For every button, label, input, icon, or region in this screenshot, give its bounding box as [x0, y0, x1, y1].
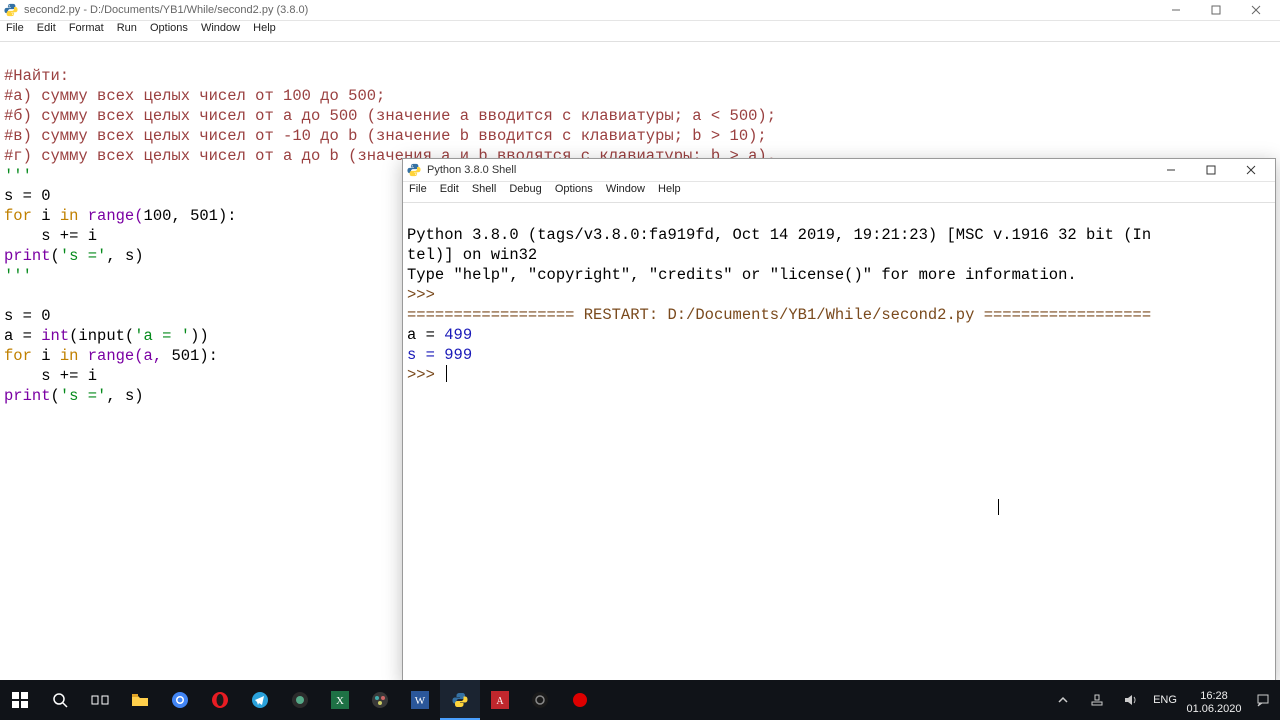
editor-menubar: File Edit Format Run Options Window Help [0, 21, 1280, 42]
search-button[interactable] [40, 680, 80, 720]
taskbar-app-telegram[interactable] [240, 680, 280, 720]
editor-minimize-button[interactable] [1156, 0, 1196, 20]
shell-menu-options[interactable]: Options [555, 183, 593, 195]
shell-line: ================== RESTART: D:/Documents… [407, 306, 1151, 324]
shell-prompt: >>> [407, 366, 444, 384]
menu-options[interactable]: Options [150, 22, 188, 34]
menu-format[interactable]: Format [69, 22, 104, 34]
tray-clock[interactable]: 16:28 01.06.2020 [1182, 684, 1246, 716]
tray-chevron-up-icon[interactable] [1046, 680, 1080, 720]
windows-taskbar: X W A ENG 16:28 01.06.2020 [0, 680, 1280, 720]
text-caret-icon [998, 499, 999, 515]
taskbar-app-word[interactable]: W [400, 680, 440, 720]
menu-file[interactable]: File [6, 22, 24, 34]
shell-prompt: >>> [407, 286, 444, 304]
task-view-button[interactable] [80, 680, 120, 720]
svg-text:X: X [336, 695, 344, 707]
code-line: s += i [4, 227, 97, 245]
taskbar-app-obs[interactable] [520, 680, 560, 720]
taskbar-app-idle[interactable] [440, 680, 480, 720]
tray-notifications-icon[interactable] [1246, 680, 1280, 720]
code-line: #б) сумму всех целых чисел от a до 500 (… [4, 107, 776, 125]
shell-menu-file[interactable]: File [409, 183, 427, 195]
taskbar-app-acrobat[interactable]: A [480, 680, 520, 720]
shell-menubar: File Edit Shell Debug Options Window Hel… [403, 182, 1275, 203]
idle-shell-window: Python 3.8.0 Shell File Edit Shell Debug… [402, 158, 1276, 682]
tray-date: 01.06.2020 [1182, 703, 1246, 716]
code-line: for i in range(a, 501): [4, 347, 218, 365]
taskbar-app-excel[interactable]: X [320, 680, 360, 720]
text-cursor [446, 365, 447, 382]
shell-close-button[interactable] [1231, 159, 1271, 181]
shell-line: Python 3.8.0 (tags/v3.8.0:fa919fd, Oct 1… [407, 226, 1151, 244]
shell-menu-debug[interactable]: Debug [509, 183, 541, 195]
tray-time: 16:28 [1182, 690, 1246, 703]
shell-minimize-button[interactable] [1151, 159, 1191, 181]
shell-line: tel)] on win32 [407, 246, 537, 264]
code-line: #а) сумму всех целых чисел от 100 до 500… [4, 87, 385, 105]
tray-language[interactable]: ENG [1148, 694, 1182, 706]
shell-menu-help[interactable]: Help [658, 183, 681, 195]
python-icon [4, 3, 18, 17]
taskbar-app-explorer[interactable] [120, 680, 160, 720]
menu-edit[interactable]: Edit [37, 22, 56, 34]
taskbar-app-opera[interactable] [200, 680, 240, 720]
taskbar-app-recording-indicator[interactable] [560, 680, 600, 720]
shell-line: a = 499 [407, 326, 472, 344]
editor-maximize-button[interactable] [1196, 0, 1236, 20]
shell-text-area[interactable]: Python 3.8.0 (tags/v3.8.0:fa919fd, Oct 1… [403, 203, 1275, 407]
shell-line: Type "help", "copyright", "credits" or "… [407, 266, 1077, 284]
shell-menu-window[interactable]: Window [606, 183, 645, 195]
code-line: s = 0 [4, 187, 51, 205]
shell-menu-shell[interactable]: Shell [472, 183, 496, 195]
shell-menu-edit[interactable]: Edit [440, 183, 459, 195]
svg-text:A: A [496, 696, 504, 707]
shell-maximize-button[interactable] [1191, 159, 1231, 181]
editor-titlebar[interactable]: second2.py - D:/Documents/YB1/While/seco… [0, 0, 1280, 21]
code-line: #Найти: [4, 67, 69, 85]
shell-line: >>> [407, 366, 447, 384]
code-line: #в) сумму всех целых чисел от -10 до b (… [4, 127, 767, 145]
code-line: for i in range(100, 501): [4, 207, 237, 225]
menu-window[interactable]: Window [201, 22, 240, 34]
code-line: ''' [4, 267, 32, 285]
editor-title: second2.py - D:/Documents/YB1/While/seco… [24, 4, 308, 16]
code-line: ''' [4, 167, 32, 185]
code-line: s += i [4, 367, 97, 385]
python-icon [407, 163, 421, 177]
editor-close-button[interactable] [1236, 0, 1276, 20]
taskbar-app-quickcam[interactable] [280, 680, 320, 720]
svg-text:W: W [415, 695, 426, 707]
code-line: s = 0 [4, 307, 51, 325]
code-line: a = int(input('a = ')) [4, 327, 209, 345]
tray-volume-icon[interactable] [1114, 680, 1148, 720]
tray-network-icon[interactable] [1080, 680, 1114, 720]
code-line: print('s =', s) [4, 387, 144, 405]
shell-title: Python 3.8.0 Shell [427, 164, 516, 176]
shell-titlebar[interactable]: Python 3.8.0 Shell [403, 159, 1275, 182]
taskbar-app-chrome[interactable] [160, 680, 200, 720]
start-button[interactable] [0, 680, 40, 720]
menu-help[interactable]: Help [253, 22, 276, 34]
taskbar-app-paintnet[interactable] [360, 680, 400, 720]
menu-run[interactable]: Run [117, 22, 137, 34]
code-line: print('s =', s) [4, 247, 144, 265]
shell-line: s = 999 [407, 346, 472, 364]
